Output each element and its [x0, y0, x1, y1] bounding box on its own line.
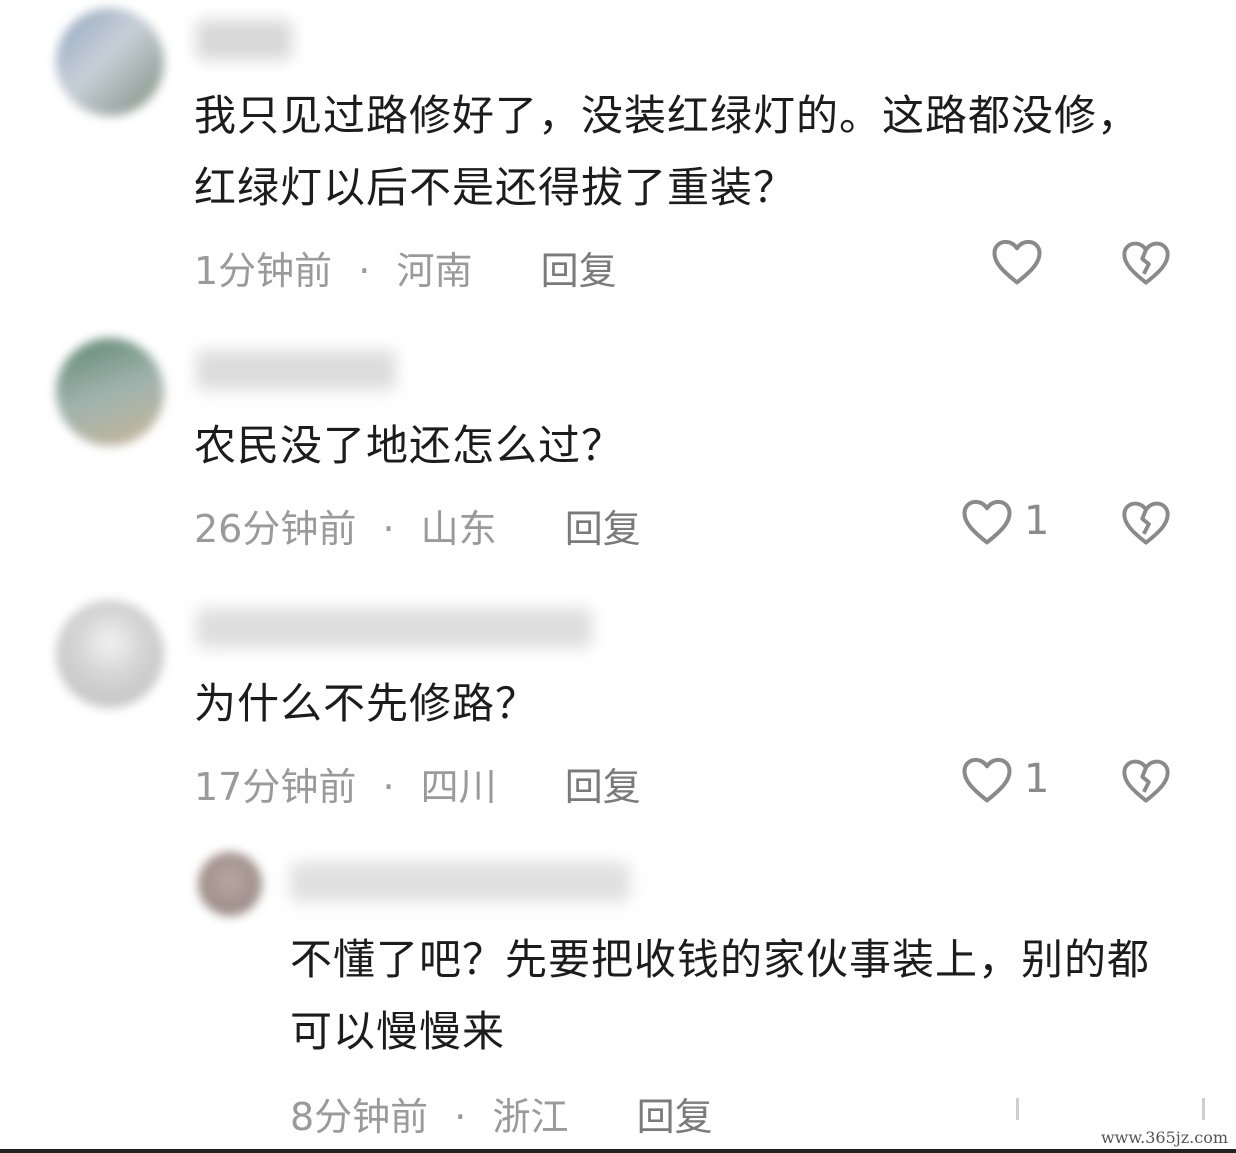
comment-time: 1分钟前: [194, 249, 333, 293]
comment-location: 河南: [396, 249, 473, 293]
like-count: 1: [1024, 756, 1050, 802]
avatar[interactable]: [56, 600, 164, 708]
comment-meta: 17分钟前 · 四川 回复: [194, 756, 641, 811]
comment-text: 农民没了地还怎么过？: [194, 421, 625, 470]
meta-separator: ·: [382, 765, 395, 809]
broken-heart-icon: [1122, 759, 1170, 803]
username-blurred[interactable]: [196, 20, 292, 60]
comment-location: 浙江: [492, 1095, 569, 1139]
like-button[interactable]: 1: [960, 496, 1049, 546]
decoration-mark: [1202, 1098, 1205, 1120]
like-button[interactable]: [990, 236, 1054, 286]
heart-outline-icon: [962, 757, 1012, 803]
reply-button[interactable]: 回复: [541, 249, 617, 293]
broken-heart-icon: [1122, 241, 1170, 285]
reply-button[interactable]: 回复: [565, 765, 641, 809]
reply-button[interactable]: 回复: [637, 1095, 713, 1139]
heart-outline-icon: [992, 239, 1042, 285]
comment-location: 四川: [420, 765, 497, 809]
comment-meta: 8分钟前 · 浙江 回复: [290, 1086, 713, 1141]
comment-time: 26分钟前: [194, 507, 357, 551]
comment-meta: 26分钟前 · 山东 回复: [194, 498, 641, 553]
like-count: 1: [1024, 498, 1050, 544]
dislike-button[interactable]: [1120, 238, 1172, 286]
heart-outline-icon: [962, 499, 1012, 545]
bottom-divider: [0, 1149, 1236, 1153]
reply-button[interactable]: 回复: [565, 507, 641, 551]
meta-separator: ·: [454, 1095, 467, 1139]
dislike-button[interactable]: [1120, 498, 1172, 546]
meta-separator: ·: [358, 249, 371, 293]
username-blurred[interactable]: [196, 350, 396, 390]
comment-time: 8分钟前: [290, 1095, 429, 1139]
comment-text: 不懂了吧？先要把收钱的家伙事装上，别的都可以慢慢来: [290, 935, 1151, 1056]
comment-location: 山东: [420, 507, 497, 551]
comment-time: 17分钟前: [194, 765, 357, 809]
comment-text: 我只见过路修好了，没装红绿灯的。这路都没修，红绿灯以后不是还得拔了重装？: [194, 91, 1141, 212]
comment-text: 为什么不先修路？: [194, 679, 539, 728]
username-blurred[interactable]: [196, 608, 592, 648]
like-button[interactable]: 1: [960, 754, 1049, 804]
username-blurred[interactable]: [290, 862, 630, 902]
avatar[interactable]: [56, 8, 164, 116]
comment-meta: 1分钟前 · 河南 回复: [194, 240, 617, 295]
decoration-mark: [1016, 1098, 1019, 1120]
watermark: www.365jz.com: [1100, 1128, 1228, 1147]
dislike-button[interactable]: [1120, 756, 1172, 804]
avatar[interactable]: [198, 852, 262, 916]
meta-separator: ·: [382, 507, 395, 551]
broken-heart-icon: [1122, 501, 1170, 545]
avatar[interactable]: [56, 338, 164, 446]
